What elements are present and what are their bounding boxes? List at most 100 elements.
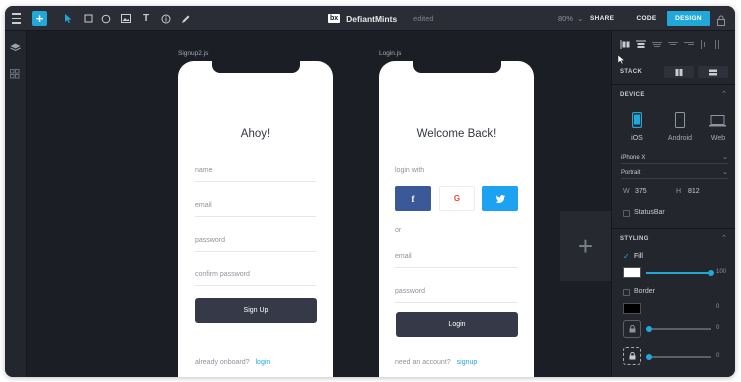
device-section-title: DEVICE: [620, 92, 645, 98]
lock-user-icon[interactable]: [716, 13, 726, 26]
signup-link[interactable]: signup: [457, 359, 478, 366]
components-icon[interactable]: [10, 66, 20, 84]
artboard-label[interactable]: Signup2.js: [178, 50, 208, 57]
chevron-down-icon: ⌄: [722, 154, 728, 161]
login-button[interactable]: Login: [396, 312, 518, 337]
divider: [612, 84, 735, 85]
width-input[interactable]: 375: [635, 188, 647, 195]
distribute-h-icon[interactable]: [652, 40, 662, 49]
layers-icon[interactable]: [10, 40, 21, 58]
pen-tool-icon[interactable]: [181, 6, 191, 31]
menu-icon[interactable]: [9, 6, 23, 31]
add-button[interactable]: +: [32, 11, 47, 26]
height-label: H: [676, 188, 682, 195]
align-bottom-icon[interactable]: [700, 40, 708, 49]
field-underline: [195, 285, 316, 286]
align-top-icon[interactable]: [636, 40, 646, 49]
orientation-value: Portrait: [621, 170, 641, 176]
design-tab[interactable]: DESIGN: [667, 11, 710, 26]
shadow-value: 0: [716, 353, 720, 359]
google-icon: G: [453, 194, 461, 203]
password-field[interactable]: password: [195, 237, 225, 244]
name-field[interactable]: name: [195, 167, 213, 174]
signup-prompt: need an account? signup: [395, 359, 477, 366]
columns-icon: [675, 68, 683, 76]
login-with-label: login with: [395, 167, 425, 174]
shadow-lock-button[interactable]: [623, 347, 641, 365]
design-canvas[interactable]: Signup2.js Ahoy! name email password con…: [27, 31, 611, 377]
device-option-ios[interactable]: iOS: [622, 135, 652, 142]
password-field[interactable]: password: [395, 288, 425, 295]
info-tool-icon[interactable]: [161, 6, 171, 31]
radius-track[interactable]: [646, 328, 711, 330]
chevron-down-icon: ⌄: [722, 169, 728, 176]
device-model-select[interactable]: iPhone X ⌄: [621, 153, 728, 164]
text-tool-icon[interactable]: T: [141, 6, 151, 31]
chevron-up-icon[interactable]: ⌃: [721, 234, 727, 242]
top-toolbar: + T bx DefiantMints edited 80% ⌄ SHARE C…: [5, 6, 735, 31]
login-link[interactable]: login: [256, 359, 271, 366]
add-artboard-button[interactable]: +: [560, 211, 611, 281]
app-logo: bx: [328, 14, 341, 23]
stack-horizontal-button[interactable]: [664, 66, 694, 78]
zoom-control[interactable]: 80% ⌄: [558, 6, 583, 31]
android-device-icon[interactable]: [675, 112, 685, 133]
radius-knob[interactable]: [646, 326, 652, 332]
email-field[interactable]: email: [395, 253, 412, 260]
radius-value: 0: [716, 325, 720, 331]
save-status: edited: [413, 14, 434, 23]
device-model-value: iPhone X: [621, 155, 646, 161]
facebook-button[interactable]: f: [395, 186, 431, 211]
height-input[interactable]: 812: [688, 188, 700, 195]
project-name[interactable]: DefiantMints: [346, 14, 397, 24]
field-underline: [195, 181, 316, 182]
device-option-android[interactable]: Android: [665, 135, 695, 142]
radius-lock-button[interactable]: [623, 320, 641, 338]
footer-text: already onboard?: [195, 359, 250, 366]
shadow-knob[interactable]: [646, 354, 652, 360]
cursor-icon: [617, 51, 626, 69]
google-button[interactable]: G: [439, 186, 475, 211]
device-option-web[interactable]: Web: [703, 135, 733, 142]
artboard-label[interactable]: Login.js: [379, 50, 401, 57]
stack-vertical-button[interactable]: [698, 66, 728, 78]
orientation-select[interactable]: Portrait ⌄: [621, 168, 728, 179]
chevron-up-icon[interactable]: ⌃: [721, 90, 727, 98]
confirm-password-field[interactable]: confirm password: [195, 271, 250, 278]
share-button[interactable]: SHARE: [586, 11, 618, 26]
fill-color-swatch[interactable]: [623, 267, 641, 278]
pointer-tool-icon[interactable]: [63, 6, 73, 31]
align-left-icon[interactable]: [620, 40, 630, 49]
align-right-icon[interactable]: [684, 40, 694, 49]
rows-icon: [709, 69, 717, 75]
field-underline: [195, 216, 316, 217]
screen-title: Welcome Back!: [416, 128, 497, 140]
twitter-button[interactable]: [482, 186, 518, 211]
sign-up-button[interactable]: Sign Up: [195, 298, 317, 323]
distribute-v-icon[interactable]: [714, 40, 722, 49]
border-label: Border: [634, 288, 656, 295]
phone-notch: [212, 61, 300, 73]
shadow-track[interactable]: [646, 356, 711, 358]
border-checkbox[interactable]: [623, 289, 630, 296]
phone-notch: [413, 61, 501, 73]
border-color-swatch[interactable]: [623, 303, 641, 314]
fill-check-icon[interactable]: ✓: [623, 252, 630, 261]
rectangle-tool-icon[interactable]: [83, 6, 93, 31]
lock-icon: [629, 325, 635, 333]
ellipse-tool-icon[interactable]: [101, 6, 111, 31]
fill-opacity-fill: [646, 272, 708, 274]
fill-opacity-knob[interactable]: [708, 270, 714, 276]
artboard-signup[interactable]: Ahoy! name email password confirm passwo…: [178, 61, 333, 377]
image-tool-icon[interactable]: [121, 6, 131, 31]
align-center-icon[interactable]: [668, 40, 678, 49]
left-rail: [5, 31, 27, 377]
web-device-icon[interactable]: [709, 114, 726, 132]
or-separator: or: [395, 227, 402, 234]
facebook-icon: f: [411, 193, 415, 204]
artboard-login[interactable]: Welcome Back! login with f G or email pa…: [379, 61, 534, 377]
code-tab[interactable]: CODE: [624, 11, 669, 26]
statusbar-checkbox[interactable]: [623, 210, 630, 217]
email-field[interactable]: email: [195, 202, 212, 209]
ios-device-icon[interactable]: [631, 111, 643, 133]
